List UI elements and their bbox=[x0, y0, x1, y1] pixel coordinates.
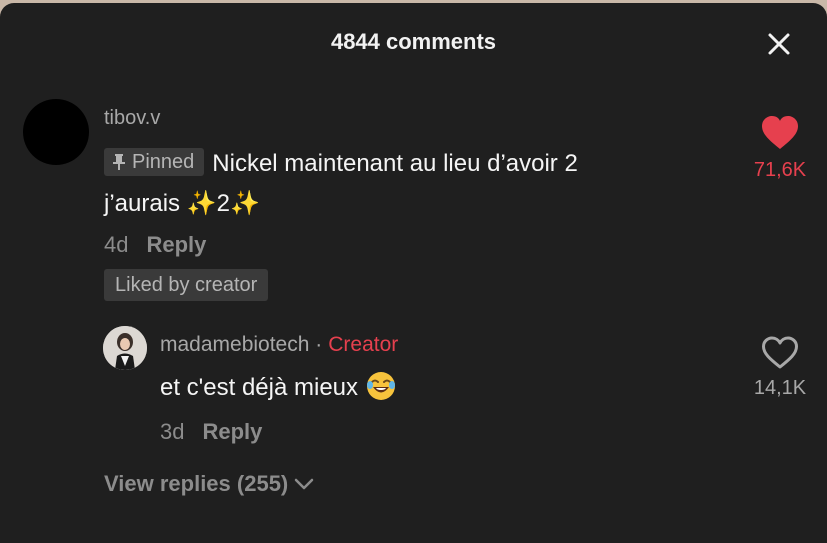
reply-username[interactable]: madamebiotech bbox=[160, 333, 309, 356]
comment-meta: 4d Reply bbox=[104, 232, 206, 258]
reply-button[interactable]: Reply bbox=[202, 419, 262, 444]
liked-by-creator-badge: Liked by creator bbox=[104, 269, 269, 301]
view-replies-label: View replies (255) bbox=[104, 471, 289, 496]
reply-username-line: madamebiotech · Creator bbox=[160, 333, 398, 357]
reply-text-content: et c'est déjà mieux bbox=[160, 374, 359, 401]
pinned-label: Pinned bbox=[132, 151, 195, 173]
sparkles-icon: ✨ bbox=[229, 190, 260, 217]
view-replies-button[interactable]: View replies (255) bbox=[104, 471, 314, 497]
close-icon[interactable] bbox=[766, 31, 792, 57]
comment-text-line1: Nickel maintenant au lieu d’avoir 2 bbox=[212, 150, 578, 177]
reply-age: 3d bbox=[160, 419, 185, 444]
reply-meta: 3d Reply bbox=[160, 419, 262, 445]
pinned-badge: Pinned bbox=[104, 148, 205, 176]
comments-panel: 4844 comments tibov.v Pinned Nickel maint… bbox=[0, 3, 827, 543]
like-count: 14,1K bbox=[753, 377, 807, 399]
avatar[interactable] bbox=[23, 99, 89, 165]
separator: · bbox=[315, 333, 323, 356]
sparkles-icon: ✨ bbox=[186, 190, 217, 217]
comment-text-line2: j’aurais bbox=[104, 190, 187, 217]
heart-outline-icon[interactable] bbox=[761, 336, 799, 370]
reply-like[interactable]: 14,1K bbox=[740, 336, 820, 400]
creator-tag: Creator bbox=[328, 333, 399, 356]
comment-like[interactable]: 71,6K bbox=[740, 116, 820, 182]
comment-text: Pinned Nickel maintenant au lieu d’avoir … bbox=[104, 144, 714, 224]
avatar-image bbox=[103, 326, 147, 370]
comments-count-title: 4844 comments bbox=[330, 29, 497, 54]
avatar[interactable] bbox=[103, 326, 147, 370]
comment-username[interactable]: tibov.v bbox=[104, 107, 160, 130]
heart-filled-icon[interactable] bbox=[761, 116, 799, 150]
like-count: 71,6K bbox=[753, 159, 807, 181]
pin-icon bbox=[113, 154, 125, 170]
reply-text: et c'est déjà mieux bbox=[160, 371, 396, 402]
laughing-emoji-icon bbox=[367, 372, 396, 400]
comment-age: 4d bbox=[104, 232, 129, 257]
reply-button[interactable]: Reply bbox=[146, 232, 206, 257]
comment-number: 2 bbox=[216, 190, 230, 217]
chevron-down-icon bbox=[295, 478, 314, 490]
